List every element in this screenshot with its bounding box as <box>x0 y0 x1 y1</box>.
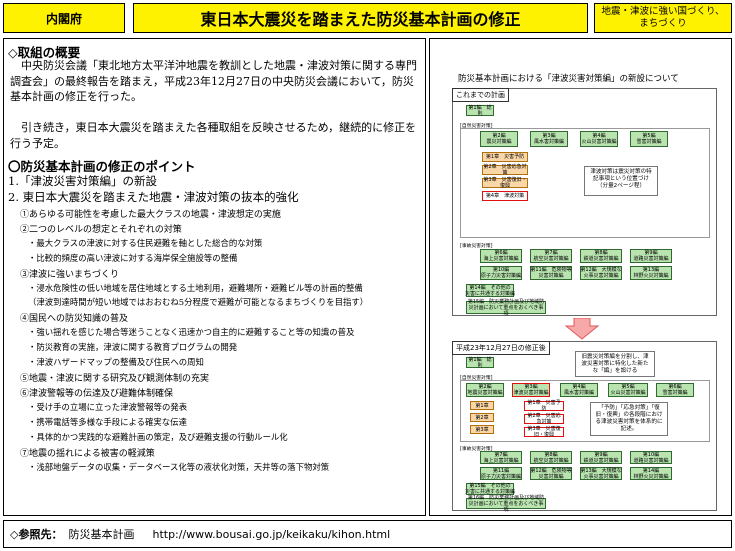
reference-label: ◇参照先： <box>10 528 63 541</box>
before-row1-1: 第2編 震災対策編 <box>480 131 518 147</box>
before-row1-2: 第3編 風水害対策編 <box>530 131 568 147</box>
before-row3-1: 第10編 原子力災害対策編 <box>480 266 522 280</box>
before-chapter-1: 第1章 災害予防 <box>482 152 528 162</box>
category-label: 地震・津波に強い国づくり、まちづくり <box>594 3 732 33</box>
after-left-chapter-3: 第3章 <box>470 425 494 434</box>
before-chapter-2: 第2章 災害応急対策 <box>482 164 528 176</box>
before-hen14: 第14編 その他の 災害に共通する対策編 <box>465 284 516 297</box>
point-sub-5: ⑤地震・津波に関する研究及び観測体制の充実 <box>20 374 210 384</box>
point-sub-2: ②二つのレベルの想定とそれぞれの対策 <box>20 225 182 235</box>
after-hen16: 第16編 防災業務計画及び地域防災計画において重点をおくべき事項 <box>466 495 546 513</box>
before-row1-4: 第5編 雪害対策編 <box>630 131 668 147</box>
point-item-2: 2. 東日本大震災を踏まえた地震・津波対策の抜本的強化 <box>8 190 299 204</box>
summary-paragraph-2: 引き続き，東日本大震災を踏まえた各種取組を反映させるため，継続的に修正を行う予定… <box>10 121 417 150</box>
after-row3-4: 第14編 林野火災対策編 <box>630 467 672 480</box>
point-sub-1: ①あらゆる可能性を考慮した最大クラスの地震・津波想定の実施 <box>20 210 281 220</box>
before-hen1: 第1編 総 則 <box>466 105 497 117</box>
after-left-chapter-2: 第2章 <box>470 413 494 422</box>
point-sub-4b: ・防災教育の実施，津波に関する教育プログラムの開発 <box>28 342 238 352</box>
after-label: 平成23年12月27日の修正後 <box>452 341 550 355</box>
before-row2-2: 第7編 航空災害対策編 <box>530 249 572 263</box>
after-row1-2-tsunami: 第3編 津波災害対策編 <box>512 383 550 397</box>
after-row2-3: 第9編 鉄道災害対策編 <box>580 451 622 464</box>
before-row2-1: 第6編 海上災害対策編 <box>480 249 522 263</box>
after-row1-5: 第6編 雪害対策編 <box>656 383 694 397</box>
after-hen15: 第15編 その他の 災害に共通する対策編 <box>465 483 516 495</box>
before-row1-3: 第4編 火山災害対策編 <box>580 131 618 147</box>
organization-label: 内閣府 <box>3 3 125 33</box>
after-chapter-2: 第2章 災害応急対策 <box>524 413 564 425</box>
page-title: 東日本大震災を踏まえた防災基本計画の修正 <box>133 3 588 33</box>
before-row3-2: 第11編 危険物等 災害対策編 <box>530 266 572 280</box>
before-chapter-3: 第3章 災害復旧・復興 <box>482 177 528 189</box>
point-sub-3b: （津波到達時間が短い地域ではおおむね5分程度で避難が可能となるまちづくりを目指す… <box>28 297 369 307</box>
point-sub-4a: ・強い揺れを感じた場合等迷うことなく迅速かつ自主的に避難すること等の知識の普及 <box>28 327 355 337</box>
reference-link[interactable]: http://www.bousai.go.jp/keikaku/kihon.ht… <box>152 528 390 541</box>
after-row3-1: 第11編 原子力災害対策編 <box>480 467 522 480</box>
after-row2-1: 第7編 海上災害対策編 <box>480 451 522 464</box>
before-accident-header: [事故災害対策] <box>460 244 493 249</box>
after-note-2: 「予防」「応急対策」「復旧・復興」の各段階における津波災害対策を体系的に記述。 <box>590 402 668 436</box>
after-left-chapter-1: 第1章 <box>470 401 494 410</box>
point-sub-6a: ・受け手の立場に立った津波警報等の発表 <box>28 402 188 412</box>
point-sub-7a: ・浅部地盤データの収集・データベース化等の液状化対策，天井等の落下物対策 <box>28 462 330 472</box>
before-row2-4: 第9編 道路災害対策編 <box>630 249 672 263</box>
down-arrow-icon <box>564 318 600 340</box>
before-row3-3: 第12編 大規模な 火事災害対策編 <box>580 266 622 280</box>
point-sub-6c: ・具体的かつ実践的な避難計画の策定，及び避難支援の行動ルール化 <box>28 432 288 442</box>
before-chapter-4-tsunami: 第4章 津波対策 <box>482 191 528 201</box>
before-note: 津波対策は震災対策の特記事項という位置づけ（分量2ページ程） <box>584 166 658 196</box>
after-row1-3: 第4編 風水害対策編 <box>560 383 598 397</box>
after-row2-4: 第10編 道路災害対策編 <box>630 451 672 464</box>
after-row1-1: 第2編 地震災害対策編 <box>466 383 504 397</box>
after-hen1: 第1編 総 則 <box>466 357 497 369</box>
point-sub-3a: ・浸水危険性の低い地域を居住地域とする土地利用，避難場所・避難ビル等の計画的整備 <box>28 283 363 293</box>
summary-paragraph-1: 中央防災会議「東北地方太平洋沖地震を教訓とした地震・津波対策に関する専門調査会」… <box>10 59 417 103</box>
reference-footer: ◇参照先： 防災基本計画 http://www.bousai.go.jp/kei… <box>3 520 732 548</box>
before-hen15: 第15編 防災業務計画及び地域防災計画において重点をおくべき事項 <box>466 298 546 317</box>
before-row2-3: 第8編 鉄道災害対策編 <box>580 249 622 263</box>
point-sub-6: ⑥津波警報等の伝達及び避難体制確保 <box>20 389 174 399</box>
point-sub-6b: ・携帯電話等多様な手段による確実な伝達 <box>28 417 187 427</box>
after-row3-2: 第12編 危険物等 災害対策編 <box>530 467 572 480</box>
after-row2-2: 第8編 航空災害対策編 <box>530 451 572 464</box>
reference-title: 防災基本計画 <box>68 528 135 541</box>
point-sub-7: ⑦地震の揺れによる被害の軽減策 <box>20 449 155 459</box>
point-sub-2a: ・最大クラスの津波に対する住民避難を軸とした総合的な対策 <box>28 238 263 248</box>
after-row1-4: 第5編 火山災害対策編 <box>608 383 648 397</box>
after-note-1: 旧震災対策編を分割し、津波災害対策に特化した新たな「編」を設ける <box>575 351 655 377</box>
after-row3-3: 第13編 大規模な 火事災害対策編 <box>580 467 622 480</box>
point-sub-2b: ・比較的頻度の高い津波に対する海岸保全施設等の整備 <box>28 253 238 263</box>
before-row3-4: 第13編 林野火災対策編 <box>630 266 672 280</box>
after-chapter-1: 第1章 災害予防 <box>524 400 564 412</box>
text-panel: ◇取組の概要 中央防災会議「東北地方太平洋沖地震を教訓とした地震・津波対策に関す… <box>3 38 426 516</box>
after-chapter-3: 第3章 災害復旧・復興 <box>524 426 564 438</box>
point-sub-4: ④国民への防災知識の普及 <box>20 314 129 324</box>
point-item-1: 1.「津波災害対策編」の新設 <box>8 174 157 188</box>
before-label: これまでの計画 <box>452 88 509 102</box>
point-sub-3: ③津波に強いまちづくり <box>20 270 120 280</box>
point-sub-4c: ・津波ハザードマップの整備及び住民への周知 <box>28 357 204 367</box>
diagram-title: 防災基本計画における「津波災害対策編」の新設について <box>458 74 679 84</box>
diagram-panel: 防災基本計画における「津波災害対策編」の新設について これまでの計画 第1編 総… <box>429 38 732 516</box>
